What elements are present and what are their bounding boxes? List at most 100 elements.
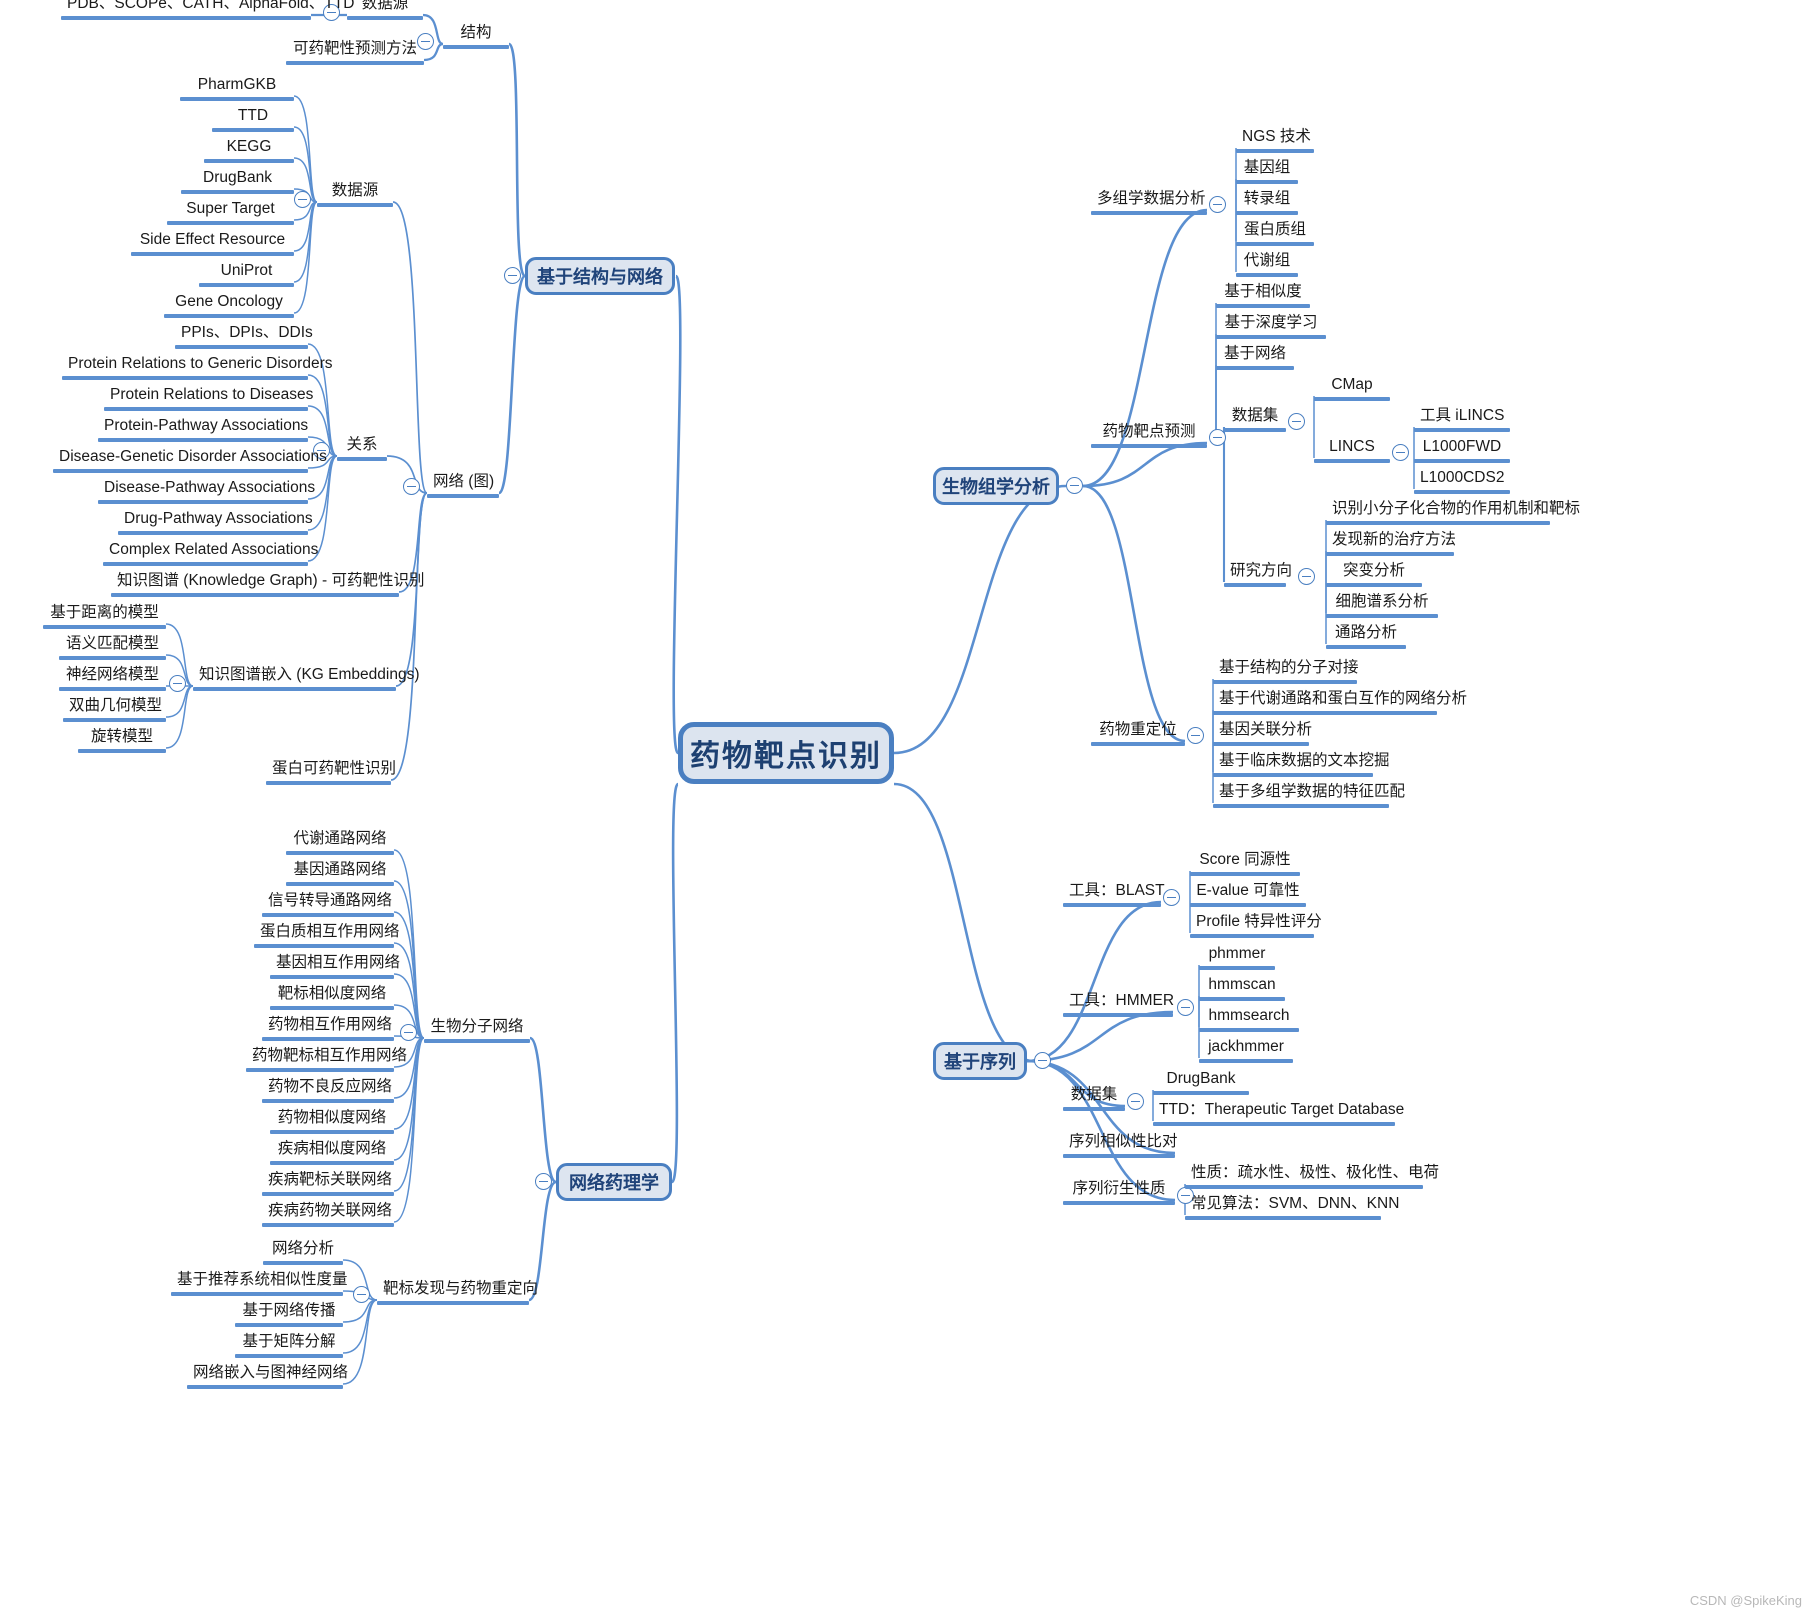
node-kge-model[interactable]: 旋转模型 [78,728,166,753]
node-datasource-supertarget[interactable]: Super Target [167,200,294,225]
node-drug-repurposing[interactable]: 药物重定位 [1091,721,1185,746]
toggle-multiomics[interactable] [1209,196,1226,213]
node-network-datasource[interactable]: 数据源 [317,182,393,207]
node-datasource-uniprot[interactable]: UniProt [199,262,294,287]
node-knowledge-graph[interactable]: 知识图谱 (Knowledge Graph) - 可药靶性识别 [111,572,425,597]
node-research-item[interactable]: 识别小分子化合物的作用机制和靶标 [1326,500,1580,525]
toggle-bio-omics[interactable] [1066,477,1083,494]
node-omics-item[interactable]: 转录组 [1236,190,1298,215]
node-datasource-gene-oncology[interactable]: Gene Oncology [164,293,294,318]
node-omics-item[interactable]: 代谢组 [1236,252,1298,277]
node-repurposing-item[interactable]: 基因关联分析 [1213,721,1312,746]
node-bio-network-item[interactable]: 疾病药物关联网络 [262,1202,394,1227]
toggle-tool-blast[interactable] [1163,889,1180,906]
node-sequence-alignment[interactable]: 序列相似性比对 [1063,1133,1178,1158]
node-repurposing-item[interactable]: 基于结构的分子对接 [1213,659,1359,684]
node-relation-item[interactable]: Disease-Pathway Associations [98,479,315,504]
node-discovery-item[interactable]: 基于推荐系统相似性度量 [171,1271,348,1296]
node-datasource-ttd[interactable]: TTD [212,107,294,132]
node-discovery-item[interactable]: 基于矩阵分解 [235,1333,343,1358]
branch-bio-omics[interactable]: 生物组学分析 [933,467,1059,505]
toggle-network-datasource[interactable] [294,191,311,208]
node-lincs-tool[interactable]: L1000CDS2 [1414,469,1510,494]
toggle-drug-repurposing[interactable] [1187,727,1204,744]
node-biomolecular-network[interactable]: 生物分子网络 [424,1018,530,1043]
node-relation-item[interactable]: Protein Relations to Diseases [104,386,313,411]
node-kge-model[interactable]: 双曲几何模型 [63,697,166,722]
toggle-research-direction[interactable] [1298,568,1315,585]
node-hmmer-tool[interactable]: hmmsearch [1199,1007,1299,1032]
node-hmmer-tool[interactable]: hmmscan [1199,976,1285,1001]
node-bio-network-item[interactable]: 药物靶标相互作用网络 [246,1047,407,1072]
node-datasource-side-effect[interactable]: Side Effect Resource [131,231,294,256]
node-protein-druggability[interactable]: 蛋白可药靶性识别 [266,760,396,785]
toggle-network-graph[interactable] [403,478,420,495]
node-relation-item[interactable]: Protein-Pathway Associations [98,417,308,442]
branch-structure-network[interactable]: 基于结构与网络 [525,257,675,295]
node-kge-model[interactable]: 语义匹配模型 [59,635,166,660]
node-bio-network-item[interactable]: 药物相互作用网络 [262,1016,394,1041]
node-kg-embeddings[interactable]: 知识图谱嵌入 (KG Embeddings) [193,666,420,691]
node-relations[interactable]: 关系 [337,436,387,461]
node-omics-item[interactable]: 基因组 [1236,159,1298,184]
node-repurposing-item[interactable]: 基于多组学数据的特征匹配 [1213,783,1405,808]
node-sequence-dataset[interactable]: 数据集 [1063,1086,1125,1111]
node-target-discovery[interactable]: 靶标发现与药物重定向 [377,1280,538,1305]
node-relation-item[interactable]: Complex Related Associations [103,541,318,566]
node-blast-metric[interactable]: E-value 可靠性 [1190,882,1306,907]
node-blast-metric[interactable]: Score 同源性 [1190,851,1300,876]
node-research-item[interactable]: 细胞谱系分析 [1326,593,1438,618]
node-druggability-method[interactable]: 可药靶性预测方法 [286,40,424,65]
node-blast-metric[interactable]: Profile 特异性评分 [1190,913,1322,938]
branch-sequence[interactable]: 基于序列 [933,1042,1027,1080]
toggle-tool-hmmer[interactable] [1177,999,1194,1016]
node-hmmer-tool[interactable]: jackhmmer [1199,1038,1293,1063]
node-bio-network-item[interactable]: 代谢通路网络 [286,830,394,855]
node-network-graph[interactable]: 网络 (图) [427,473,499,498]
node-research-direction[interactable]: 研究方向 [1224,562,1292,587]
node-lincs-tool[interactable]: 工具 iLINCS [1414,407,1510,432]
toggle-sequence[interactable] [1034,1052,1051,1069]
node-datasource-drugbank[interactable]: DrugBank [181,169,294,194]
node-bio-network-item[interactable]: 信号转导通路网络 [262,892,394,917]
toggle-lincs[interactable] [1392,444,1409,461]
node-omics-item[interactable]: 蛋白质组 [1236,221,1314,246]
node-discovery-item[interactable]: 网络分析 [263,1240,343,1265]
node-bio-network-item[interactable]: 靶标相似度网络 [270,985,394,1010]
node-lincs-tool[interactable]: L1000FWD [1414,438,1510,463]
node-sequence-derived[interactable]: 序列衍生性质 [1063,1180,1175,1205]
node-kge-model[interactable]: 基于距离的模型 [43,604,166,629]
node-bio-network-item[interactable]: 疾病靶标关联网络 [262,1171,394,1196]
toggle-kg-embeddings[interactable] [169,675,186,692]
node-structure-datasource-list[interactable]: PDB、SCOPe、CATH、AlphaFold、TTD [61,0,354,20]
node-derived-item[interactable]: 常见算法：SVM、DNN、KNN [1185,1195,1399,1220]
node-repurposing-item[interactable]: 基于代谢通路和蛋白互作的网络分析 [1213,690,1467,715]
node-relation-item[interactable]: Protein Relations to Generic Disorders [62,355,332,380]
node-tool-hmmer[interactable]: 工具：HMMER [1063,992,1174,1017]
node-discovery-item[interactable]: 基于网络传播 [235,1302,343,1327]
node-discovery-item[interactable]: 网络嵌入与图神经网络 [187,1364,348,1389]
node-target-prediction[interactable]: 药物靶点预测 [1091,423,1207,448]
node-dataset-cmap[interactable]: CMap [1314,376,1390,401]
node-dataset-lincs[interactable]: LINCS [1314,438,1390,463]
toggle-target-discovery[interactable] [353,1286,370,1303]
node-repurposing-item[interactable]: 基于临床数据的文本挖掘 [1213,752,1390,777]
node-tool-blast[interactable]: 工具：BLAST [1063,882,1165,907]
node-bio-network-item[interactable]: 基因通路网络 [286,861,394,886]
node-prediction-method[interactable]: 基于深度学习 [1216,314,1326,339]
node-research-item[interactable]: 通路分析 [1326,624,1406,649]
node-bio-network-item[interactable]: 蛋白质相互作用网络 [254,923,400,948]
toggle-sequence-dataset[interactable] [1127,1093,1144,1110]
node-datasource-pharmgkb[interactable]: PharmGKB [180,76,294,101]
node-dataset-item[interactable]: TTD：Therapeutic Target Database [1153,1101,1404,1126]
toggle-network-pharmacology[interactable] [535,1173,552,1190]
node-research-item[interactable]: 突变分析 [1326,562,1422,587]
node-bio-network-item[interactable]: 疾病相似度网络 [270,1140,394,1165]
node-dataset-item[interactable]: DrugBank [1153,1070,1249,1095]
node-bio-network-item[interactable]: 药物不良反应网络 [262,1078,394,1103]
toggle-biomolecular-network[interactable] [400,1024,417,1041]
node-bio-network-item[interactable]: 基因相互作用网络 [270,954,400,979]
node-relation-item[interactable]: Drug-Pathway Associations [118,510,313,535]
node-prediction-method[interactable]: 基于网络 [1216,345,1294,370]
node-datasource-kegg[interactable]: KEGG [204,138,294,163]
